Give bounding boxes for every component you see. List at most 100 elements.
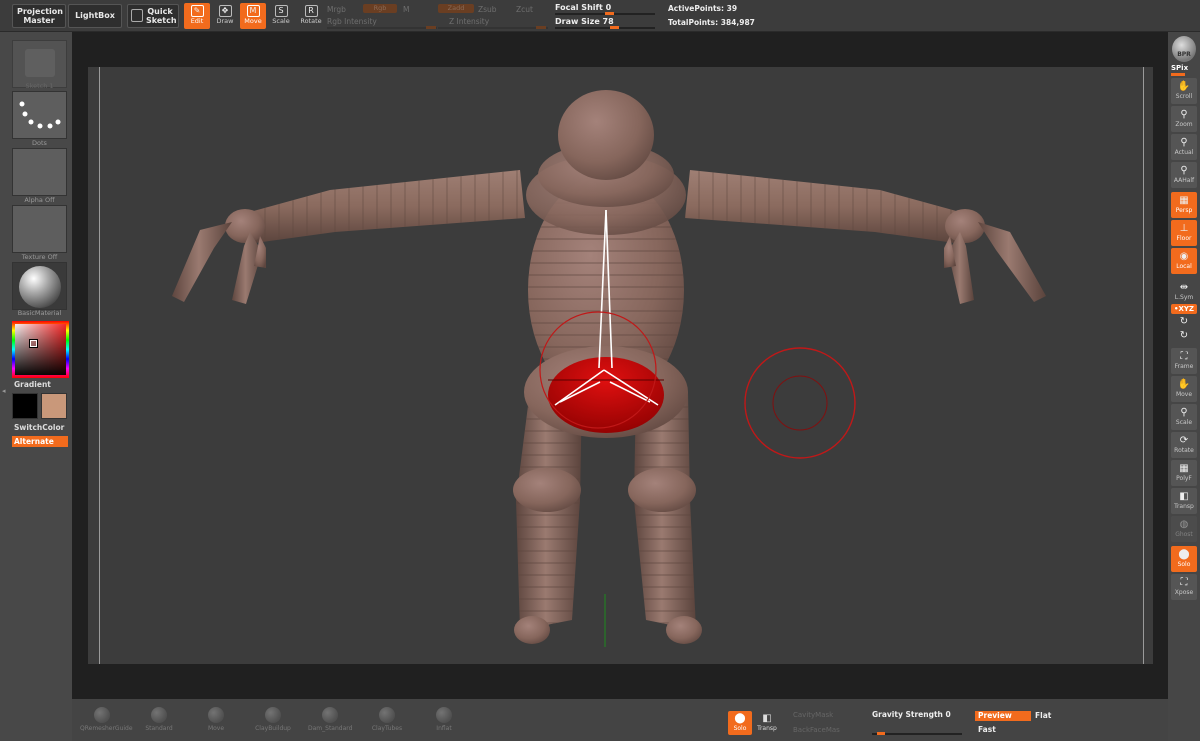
head[interactable]	[558, 90, 654, 180]
actual-label: Actual	[1174, 149, 1194, 156]
solo-button[interactable]: ⬤ Solo	[1171, 546, 1197, 572]
actual-button[interactable]: ⚲ Actual	[1171, 134, 1197, 160]
brush-standard[interactable]: Standard	[137, 707, 181, 732]
mrgb-toggle[interactable]: Mrgb	[327, 5, 346, 14]
scale-label: Scale	[1175, 419, 1193, 426]
backface-mask-toggle[interactable]: BackFaceMas	[793, 726, 840, 734]
persp-button[interactable]: ▦ Persp	[1171, 192, 1197, 218]
move-button[interactable]: ✋ Move	[1171, 376, 1197, 402]
gravity-strength-slider[interactable]: Gravity Strength 0	[872, 710, 951, 719]
alternate-button[interactable]: Alternate	[12, 436, 68, 447]
switchcolor-button[interactable]: SwitchColor	[12, 422, 68, 433]
active-points-readout: ActivePoints: 39	[668, 4, 737, 13]
m-toggle[interactable]: M	[403, 5, 409, 14]
spix-slider[interactable]: SPix	[1171, 64, 1197, 76]
zcut-toggle[interactable]: Zcut	[516, 5, 533, 14]
xpose-label: Xpose	[1174, 589, 1194, 596]
texture-thumb[interactable]	[12, 205, 67, 253]
xpose-button[interactable]: ⛶ Xpose	[1171, 574, 1197, 600]
transp-label: Transp	[757, 725, 777, 732]
frame-label: Frame	[1174, 363, 1194, 370]
scale-tool-button[interactable]: S Scale	[268, 3, 294, 29]
transp-button[interactable]: ◧ Transp	[1171, 488, 1197, 514]
frame-button[interactable]: ⛶ Frame	[1171, 348, 1197, 374]
z-intensity-slider[interactable]: Z Intensity	[449, 17, 489, 26]
floor-button[interactable]: ⊥ Floor	[1171, 220, 1197, 246]
preview-render-button[interactable]: Preview	[975, 711, 1031, 721]
brush-icon	[265, 707, 281, 723]
scale-button[interactable]: ⚲ Scale	[1171, 404, 1197, 430]
rgb-intensity-slider[interactable]: Rgb Intensity	[327, 17, 377, 26]
scroll-button[interactable]: ✋ Scroll	[1171, 78, 1197, 104]
rot1-button[interactable]: ↻	[1171, 316, 1197, 330]
projection-master-button[interactable]: Projection Master	[12, 4, 66, 28]
gradient-toggle[interactable]: Gradient	[12, 379, 68, 390]
z-intensity-knob[interactable]	[536, 26, 546, 29]
polyf-button[interactable]: ▦ PolyF	[1171, 460, 1197, 486]
lightbox-button[interactable]: LightBox	[68, 4, 122, 28]
brush-claytubes[interactable]: ClayTubes	[365, 707, 409, 732]
draw-tool-button[interactable]: ✥ Draw	[212, 3, 238, 29]
rotate-icon: R	[304, 5, 318, 17]
brush-label: Move	[207, 725, 225, 732]
gravity-knob[interactable]	[876, 732, 885, 735]
focal-shift-knob[interactable]	[605, 12, 614, 15]
brush-qremesherguide[interactable]: QRemesherGuide	[80, 707, 133, 732]
flat-render-button[interactable]: Flat	[1032, 711, 1054, 721]
local-button[interactable]: ◉ Local	[1171, 248, 1197, 274]
texture-label: Texture Off	[21, 253, 58, 261]
gravity-track	[872, 733, 962, 735]
brush-icon	[151, 707, 167, 723]
tray-collapse-handle[interactable]: ◂	[2, 387, 8, 405]
stroke-thumb[interactable]	[12, 91, 67, 139]
total-points-value: 384,987	[720, 18, 755, 27]
draw-size-knob[interactable]	[610, 26, 619, 29]
zsub-toggle[interactable]: Zsub	[478, 5, 497, 14]
brush-dam-standard[interactable]: Dam_Standard	[308, 707, 352, 732]
bpr-button[interactable]: BPR	[1172, 36, 1196, 62]
draw-size-slider[interactable]: Draw Size 78	[555, 17, 614, 26]
move-tool-button[interactable]: M Move	[240, 3, 266, 29]
edit-tool-label: Edit	[190, 17, 204, 25]
dots-stroke-icon	[19, 101, 61, 129]
masked-pelvis[interactable]	[548, 357, 664, 433]
brush-label: Inflat	[436, 725, 452, 732]
material-thumb[interactable]	[12, 262, 67, 310]
focal-shift-slider[interactable]: Focal Shift 0	[555, 3, 611, 12]
color-picker-cursor	[29, 339, 38, 348]
zoom-label: Zoom	[1175, 121, 1193, 128]
alpha-label: Alpha Off	[24, 196, 55, 204]
xyz-button[interactable]: •XYZ	[1171, 304, 1197, 314]
alpha-thumb[interactable]	[12, 148, 67, 196]
zoom-button[interactable]: ⚲ Zoom	[1171, 106, 1197, 132]
sketch-thumb[interactable]	[12, 40, 67, 88]
lsym-button[interactable]: ⇹ L.Sym	[1171, 282, 1197, 301]
scroll-label: Scroll	[1175, 93, 1193, 100]
color-picker[interactable]	[12, 321, 69, 378]
sketch-icon	[24, 49, 55, 77]
brush-move[interactable]: Move	[194, 707, 238, 732]
brush-inflat[interactable]: Inflat	[422, 707, 466, 732]
aahalf-button[interactable]: ⚲ AAHalf	[1171, 162, 1197, 188]
brush-claybuildup[interactable]: ClayBuildup	[251, 707, 295, 732]
rotate-button[interactable]: ⟳ Rotate	[1171, 432, 1197, 458]
brush-label: Dam_Standard	[308, 725, 353, 732]
rotate-tool-button[interactable]: R Rotate	[298, 3, 324, 29]
zoom-icon: ⚲	[1180, 109, 1188, 120]
cavity-mask-toggle[interactable]: CavityMask	[793, 711, 833, 719]
quick-sketch-button[interactable]: Quick Sketch	[127, 4, 179, 28]
rot2-button[interactable]: ↻	[1171, 330, 1197, 344]
secondary-color-swatch[interactable]	[41, 393, 67, 419]
solo-button[interactable]: ⬤ Solo	[728, 711, 752, 735]
material-label: BasicMaterial	[17, 309, 62, 317]
zadd-toggle[interactable]: Zadd	[438, 4, 474, 13]
main-color-swatch[interactable]	[12, 393, 38, 419]
rgb-intensity-knob[interactable]	[426, 26, 436, 29]
transp-button[interactable]: ◧ Transp	[755, 711, 779, 735]
brush-label: Standard	[145, 725, 173, 732]
edit-tool-button[interactable]: ✎ Edit	[184, 3, 210, 29]
fast-render-button[interactable]: Fast	[975, 725, 999, 735]
ghost-button[interactable]: ◍ Ghost	[1171, 516, 1197, 542]
rgb-toggle[interactable]: Rgb	[363, 4, 397, 13]
aahalf-label: AAHalf	[1173, 177, 1195, 184]
